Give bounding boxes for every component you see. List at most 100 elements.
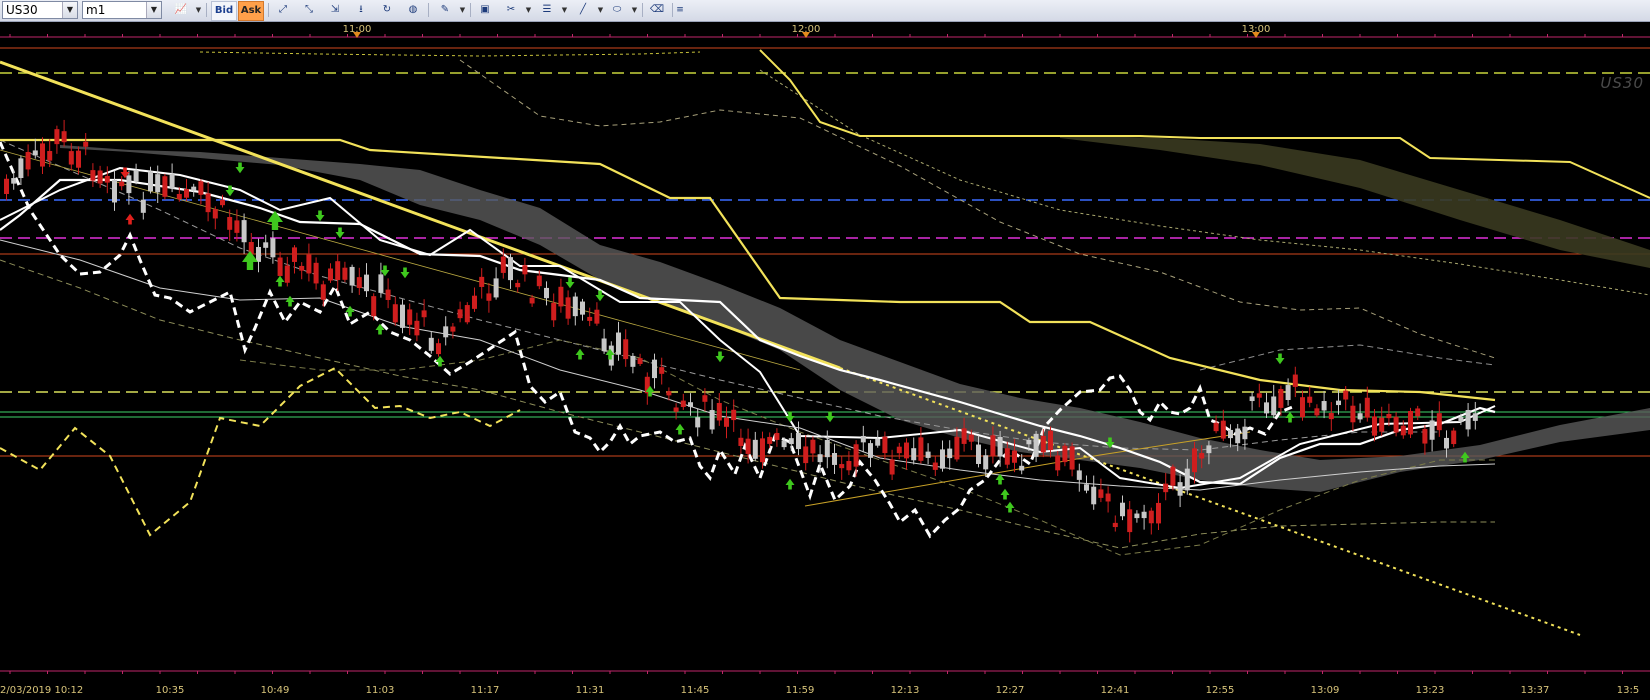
- globe-icon[interactable]: ◍: [402, 1, 424, 19]
- candle-body: [76, 150, 81, 168]
- line-tool-icon[interactable]: ╱: [572, 1, 594, 19]
- candle-body: [472, 295, 477, 309]
- candle-body: [342, 267, 348, 280]
- buy-arrow-icon: [575, 348, 585, 360]
- bottom-tick-label: 13:09: [1310, 685, 1340, 696]
- candle-body: [299, 265, 305, 271]
- collapse-icon[interactable]: ≡: [674, 1, 686, 19]
- zoom-out-icon[interactable]: ⤡: [298, 1, 320, 19]
- candle-body: [1393, 416, 1399, 433]
- candle-body: [868, 443, 873, 458]
- candle-body: [356, 277, 362, 289]
- fit-icon[interactable]: ⇲: [324, 1, 346, 19]
- bid-button[interactable]: Bid: [211, 1, 237, 21]
- candle-body: [522, 265, 528, 275]
- chevron-down-icon[interactable]: ▼: [458, 1, 467, 19]
- chevron-down-icon[interactable]: ▼: [630, 1, 639, 19]
- price-chart[interactable]: [0, 40, 1650, 668]
- toolbar-divider: [642, 3, 643, 17]
- chevron-down-icon[interactable]: ▼: [596, 1, 605, 19]
- chevron-down-icon[interactable]: ▼: [524, 1, 533, 19]
- candle-body: [277, 257, 283, 276]
- bottom-tick-label: 2/03/2019 10:12: [0, 685, 84, 696]
- bottom-tick-label: 12:55: [1205, 685, 1235, 696]
- bottom-tick-label: 11:17: [470, 685, 500, 696]
- sell-arrow-icon: [565, 277, 575, 289]
- candle-body: [1408, 410, 1413, 435]
- candle-body: [918, 437, 924, 461]
- candle-body: [788, 438, 794, 445]
- top-axis-ruler: [0, 32, 1650, 38]
- candle-body: [1292, 374, 1298, 387]
- candle-body: [1400, 425, 1406, 436]
- chevron-down-icon[interactable]: ▼: [194, 1, 203, 19]
- candle-body: [126, 175, 132, 194]
- bottom-tick-label: 13:37: [1520, 685, 1550, 696]
- candle-body: [220, 199, 225, 206]
- candle-body: [1062, 445, 1068, 463]
- refresh-icon[interactable]: ↻: [376, 1, 398, 19]
- candle-body: [335, 261, 341, 281]
- candle-body: [256, 246, 261, 262]
- bottom-tick-label: 13:5: [1616, 685, 1640, 696]
- candle-body: [1472, 413, 1478, 421]
- candle-body: [385, 289, 391, 300]
- chevron-down-icon[interactable]: ▼: [62, 2, 77, 18]
- candle-body: [500, 256, 506, 273]
- candle-body: [392, 304, 398, 323]
- candle-body: [83, 141, 89, 147]
- chevron-down-icon[interactable]: ▼: [560, 1, 569, 19]
- candle-body: [212, 209, 218, 219]
- chevron-down-icon[interactable]: ▼: [146, 2, 161, 18]
- candle-body: [774, 432, 780, 440]
- candle-body: [486, 293, 492, 301]
- candle-body: [637, 358, 643, 364]
- candle-body: [1235, 428, 1241, 444]
- timeframe-select[interactable]: m1 ▼: [82, 1, 162, 19]
- candle-body: [1170, 466, 1176, 486]
- symbol-value: US30: [6, 3, 38, 17]
- toolbar-divider: [672, 3, 673, 17]
- pencil-icon[interactable]: ✎: [434, 1, 456, 19]
- candle-body: [796, 432, 801, 450]
- candle-body: [1148, 510, 1154, 524]
- sell-arrow-icon: [715, 351, 725, 363]
- shape-tool-icon[interactable]: ⬭: [606, 1, 628, 19]
- indicators-icon[interactable]: ☰: [536, 1, 558, 19]
- candle-body: [119, 181, 125, 187]
- chart-type-icon[interactable]: 📈: [170, 1, 192, 19]
- candle-body: [810, 439, 816, 454]
- candle-body: [1307, 396, 1313, 403]
- candle-body: [1004, 448, 1010, 465]
- candle-body: [1184, 468, 1190, 491]
- ichimoku-cloud-future: [1060, 135, 1650, 268]
- eraser-icon[interactable]: ⌫: [646, 1, 668, 19]
- candle-body: [1055, 455, 1061, 471]
- buy-arrow-icon: [1000, 488, 1010, 500]
- candle-body: [961, 428, 967, 444]
- ask-button[interactable]: Ask: [238, 1, 264, 21]
- trendline: [0, 60, 841, 370]
- candle-body: [1026, 439, 1032, 445]
- candle-body: [270, 238, 276, 258]
- zoom-in-icon[interactable]: ⤢: [272, 1, 294, 19]
- candle-body: [623, 339, 629, 360]
- candle-body: [162, 176, 168, 197]
- candle-body: [752, 439, 758, 459]
- candle-body: [104, 175, 110, 183]
- candle-body: [724, 417, 729, 427]
- screenshot-icon[interactable]: ▣: [474, 1, 496, 19]
- tools-icon[interactable]: ✂: [500, 1, 522, 19]
- candle-body: [508, 257, 513, 281]
- candle-body: [781, 441, 787, 448]
- buy-arrow-icon: [125, 213, 135, 225]
- candle-body: [1415, 408, 1421, 417]
- candle-body: [364, 274, 369, 292]
- candle-body: [1300, 397, 1305, 418]
- candle-body: [680, 400, 686, 407]
- candle-body: [1220, 420, 1226, 439]
- candle-body: [1033, 433, 1039, 457]
- auto-scale-icon[interactable]: ⭳: [350, 1, 372, 19]
- candle-body: [1242, 426, 1248, 440]
- symbol-select[interactable]: US30 ▼: [2, 1, 78, 19]
